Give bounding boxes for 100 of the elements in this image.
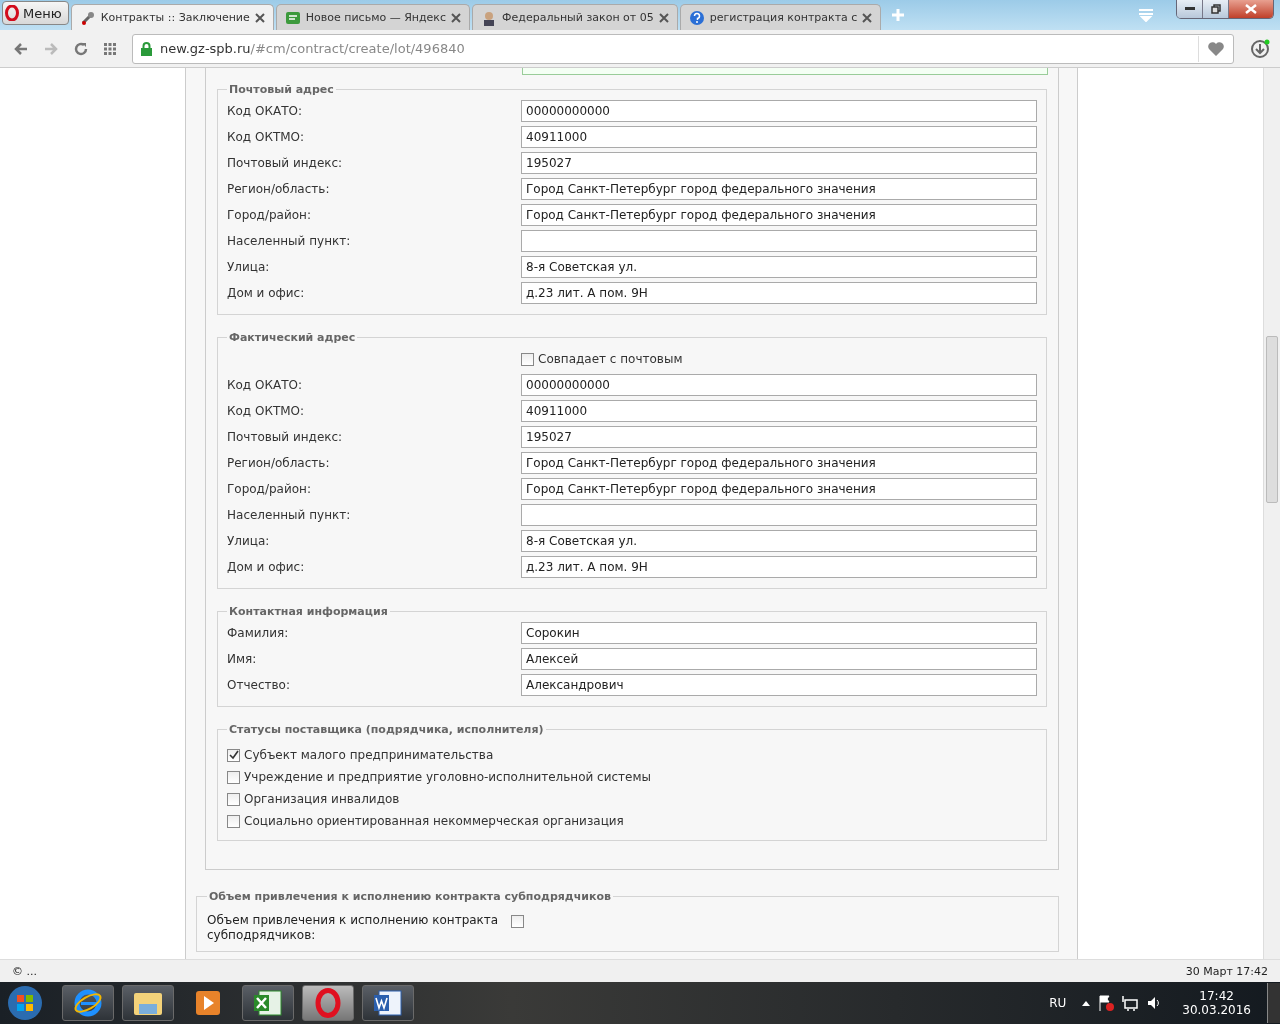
checkbox-label: Учреждение и предприятие уголовно-исполнительной системы <box>244 770 651 784</box>
close-button[interactable] <box>1229 0 1273 18</box>
field-label: Почтовый индекс: <box>227 430 344 444</box>
address-bar[interactable]: new.gz-spb.ru/#cm/contract/create/lot/496840 <box>132 33 1234 64</box>
text-field[interactable]: Город Санкт-Петербург город федерального значения <box>521 478 1037 500</box>
document-icon <box>284 9 301 26</box>
section-legend: Контактная информация <box>227 605 390 618</box>
text-field[interactable]: 195027 <box>521 426 1037 448</box>
restore-button[interactable] <box>1203 0 1229 18</box>
field-label: Код ОКАТО: <box>227 104 303 118</box>
section-legend: Статусы поставщика (подрядчика, исполнителя) <box>227 723 546 736</box>
close-icon[interactable] <box>254 12 265 23</box>
text-field[interactable] <box>521 504 1037 526</box>
menu-button[interactable]: Меню <box>2 1 69 25</box>
text-field[interactable]: Город Санкт-Петербург город федерального значения <box>521 178 1037 200</box>
lock-icon <box>141 41 152 56</box>
checkbox[interactable] <box>227 748 240 762</box>
text-field[interactable]: 00000000000 <box>521 100 1037 122</box>
scroll-thumb[interactable] <box>1266 336 1278 503</box>
document-icon <box>373 989 403 1017</box>
field-label: Населенный пункт: <box>227 508 352 522</box>
taskbar-app[interactable] <box>362 985 414 1021</box>
field-label: Фамилия: <box>227 626 290 640</box>
field-label: Дом и офис: <box>227 560 306 574</box>
scrollbar[interactable] <box>1263 68 1280 959</box>
text-field[interactable]: 195027 <box>521 152 1037 174</box>
section-legend: Фактический адрес <box>227 331 358 344</box>
checkbox[interactable] <box>511 915 524 928</box>
help-icon <box>688 9 705 26</box>
status-text: © ... <box>12 964 37 978</box>
caret-icon[interactable] <box>1082 1000 1091 1006</box>
text-field[interactable]: Город Санкт-Петербург город федерального значения <box>521 204 1037 226</box>
restore-icon <box>1210 4 1221 14</box>
tab-title: Федеральный закон от 05 <box>502 11 654 24</box>
text-field[interactable]: д.23 лит. А пом. 9Н <box>521 282 1037 304</box>
field-label: Регион/область: <box>227 456 331 470</box>
o-logo-icon <box>5 5 19 21</box>
checkbox-label: Совпадает с почтовым <box>538 352 683 366</box>
flag-icon[interactable] <box>1098 995 1115 1011</box>
url-text: new.gz-spb.ru/#cm/contract/create/lot/496840 <box>160 41 465 56</box>
tab-title: регистрация контракта с <box>709 11 858 24</box>
checkbox-label: Социально ориентированная некоммерческая организация <box>244 814 624 828</box>
taskbar-app[interactable] <box>242 985 294 1021</box>
browser-tab[interactable]: Контракты :: Заключение <box>70 4 274 30</box>
checkbox[interactable] <box>227 770 240 784</box>
checkbox[interactable] <box>227 792 240 806</box>
grid-icon[interactable] <box>104 42 116 55</box>
clock-date[interactable]: 30.03.2016 <box>1182 1003 1251 1017</box>
minimize-button[interactable] <box>1177 0 1203 18</box>
text-field[interactable]: Александрович <box>521 674 1037 696</box>
field-label: Почтовый индекс: <box>227 156 344 170</box>
text-field[interactable]: д.23 лит. А пом. 9Н <box>521 556 1037 578</box>
field-label: Населенный пункт: <box>227 234 352 248</box>
folder-icon <box>133 990 163 1016</box>
close-icon <box>1245 4 1257 14</box>
clock-time[interactable]: 17:42 <box>1199 989 1234 1003</box>
text-field[interactable]: 8-я Советская ул. <box>521 530 1037 552</box>
text-field[interactable]: 40911000 <box>521 400 1037 422</box>
o-logo-icon <box>315 988 341 1018</box>
text-field[interactable]: Город Санкт-Петербург город федерального значения <box>521 452 1037 474</box>
play-icon <box>195 990 221 1016</box>
language-indicator[interactable]: RU <box>1049 996 1067 1010</box>
start-button[interactable] <box>6 984 44 1022</box>
back-icon[interactable] <box>14 42 28 55</box>
field-label: Улица: <box>227 260 271 274</box>
download-icon[interactable] <box>1250 38 1270 59</box>
field-label: Город/район: <box>227 482 312 496</box>
text-field[interactable]: Сорокин <box>521 622 1037 644</box>
text-field[interactable]: 8-я Советская ул. <box>521 256 1037 278</box>
taskbar-app[interactable] <box>62 985 114 1021</box>
field-label: Город/район: <box>227 208 312 222</box>
spreadsheet-icon <box>253 989 283 1017</box>
taskbar-app[interactable] <box>122 985 174 1021</box>
status-datetime: 30 Март 17:42 <box>1185 964 1268 978</box>
e-logo-icon <box>73 988 103 1018</box>
browser-tab[interactable]: регистрация контракта с <box>679 4 882 30</box>
browser-tab[interactable]: Федеральный закон от 05 <box>472 4 678 30</box>
show-desktop-button[interactable] <box>1267 983 1280 1023</box>
field-label: Код ОКТМО: <box>227 130 306 144</box>
text-field[interactable]: 00000000000 <box>521 374 1037 396</box>
text-field[interactable] <box>521 230 1037 252</box>
text-field[interactable]: Алексей <box>521 648 1037 670</box>
section-legend: Почтовый адрес <box>227 83 336 96</box>
browser-tab[interactable]: Новое письмо — Яндекс <box>275 4 471 30</box>
checkbox[interactable] <box>227 814 240 828</box>
field-label: Дом и офис: <box>227 286 306 300</box>
field-label: Имя: <box>227 652 258 666</box>
network-icon[interactable] <box>1122 995 1139 1011</box>
text-field[interactable]: 40911000 <box>521 126 1037 148</box>
close-icon[interactable] <box>451 12 462 23</box>
tab-title: Новое письмо — Яндекс <box>305 11 447 24</box>
close-icon[interactable] <box>862 12 873 23</box>
reload-icon[interactable] <box>74 41 88 56</box>
checkbox[interactable] <box>521 352 534 366</box>
minimize-icon <box>1184 7 1195 11</box>
field-label: Регион/область: <box>227 182 331 196</box>
close-icon[interactable] <box>658 12 669 23</box>
checkbox-label: Субъект малого предпринимательства <box>244 748 494 762</box>
field-label: Улица: <box>227 534 271 548</box>
tab-title: Контракты :: Заключение <box>100 11 250 24</box>
